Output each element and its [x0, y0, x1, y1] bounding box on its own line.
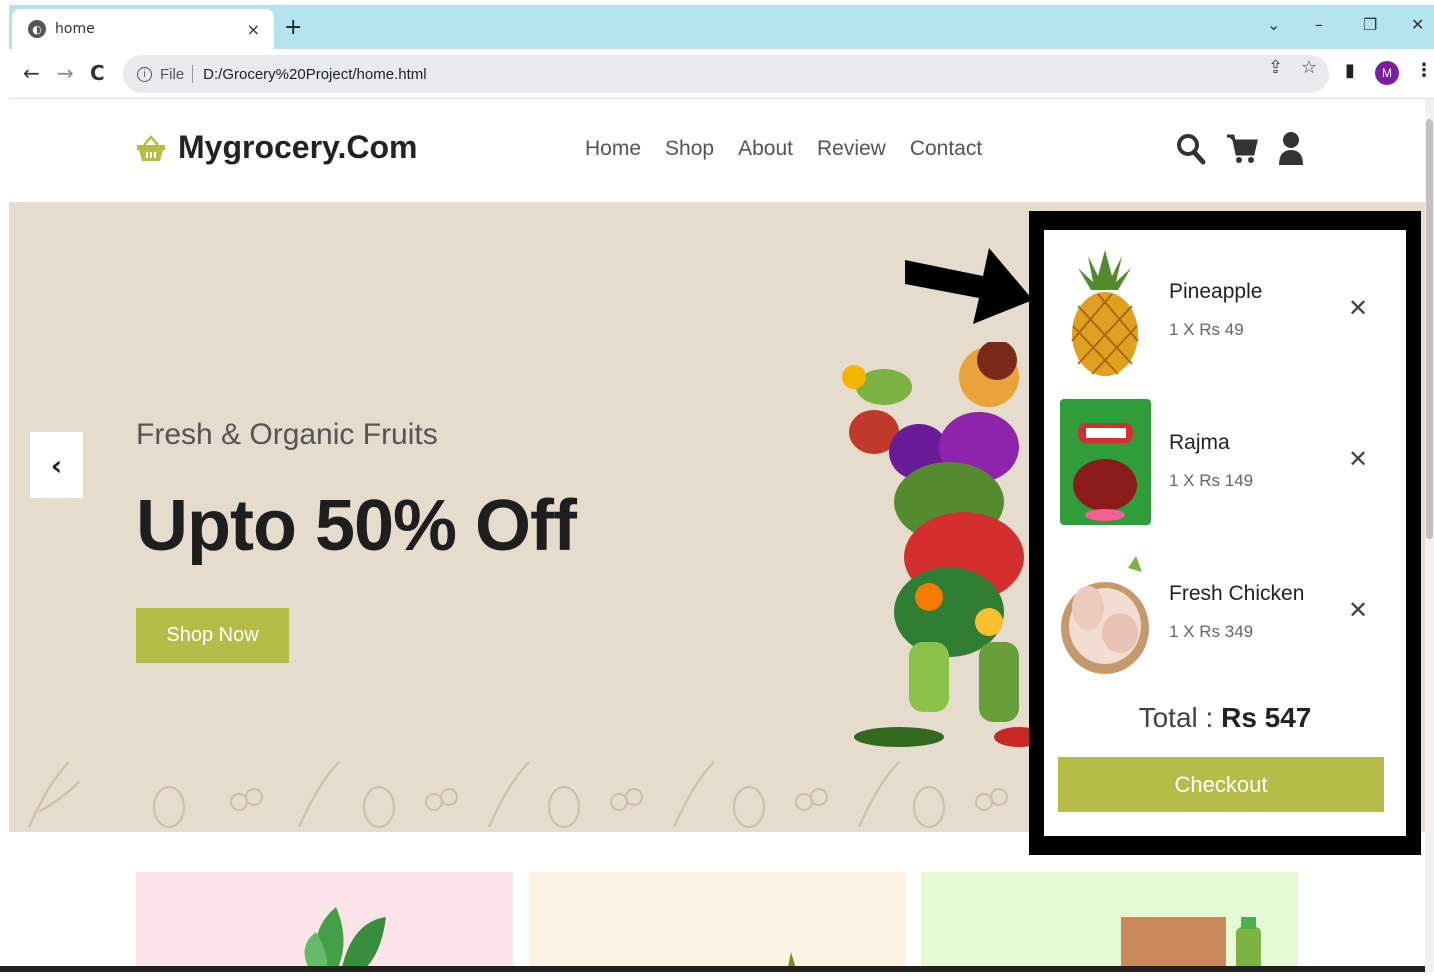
tab-title: home — [55, 21, 95, 37]
remove-item-icon[interactable]: ✕ — [1348, 445, 1368, 473]
site-header: Mygrocery.Com Home Shop About Review Con… — [9, 99, 1425, 202]
rajma-pack-image — [1060, 399, 1151, 525]
cart-icon[interactable] — [1226, 131, 1258, 165]
cart-item-qty: 1 X Rs 49 — [1169, 320, 1244, 339]
cart-item: Rajma 1 X Rs 149 ✕ — [1058, 397, 1398, 532]
info-icon[interactable]: i — [137, 66, 152, 82]
cart-item: Fresh Chicken 1 X Rs 349 ✕ — [1058, 548, 1398, 683]
cart-panel: Pineapple 1 X Rs 49 ✕ Rajma 1 X Rs 149 ✕ — [1044, 230, 1406, 836]
side-panel-icon[interactable]: ▮ — [1345, 60, 1355, 81]
nav-about[interactable]: About — [738, 137, 793, 161]
checkout-button[interactable]: Checkout — [1058, 757, 1384, 812]
cart-item-qty: 1 X Rs 349 — [1169, 622, 1254, 641]
cart-item-qty: 1 X Rs 149 — [1169, 471, 1254, 490]
close-window-icon[interactable]: ✕ — [1411, 15, 1424, 34]
page-scrollbar[interactable] — [1425, 99, 1434, 972]
profile-avatar[interactable]: M — [1375, 61, 1399, 85]
annotation-arrow-icon — [905, 248, 1033, 324]
logo-text: Mygrocery.Com — [178, 129, 418, 165]
search-icon[interactable] — [1176, 131, 1206, 165]
address-bar[interactable]: i File D:/Grocery%20Project/home.html — [123, 55, 1329, 93]
remove-item-icon[interactable]: ✕ — [1348, 294, 1368, 322]
cart-total-value: Rs 547 — [1221, 702, 1312, 733]
restore-icon[interactable]: ❐ — [1363, 15, 1377, 34]
slider-prev-button[interactable]: ‹ — [30, 432, 83, 498]
nav-home[interactable]: Home — [585, 137, 641, 161]
new-tab-button[interactable]: + — [284, 15, 302, 40]
bottles-image — [1121, 917, 1261, 972]
browser-tabstrip: ◐ home × + ⌄ – ❐ ✕ — [9, 5, 1434, 49]
cart-highlight-frame: Pineapple 1 X Rs 49 ✕ Rajma 1 X Rs 149 ✕ — [1029, 211, 1421, 855]
feature-card — [529, 872, 906, 972]
main-nav: Home Shop About Review Contact — [585, 137, 982, 161]
hero-subtitle: Fresh & Organic Fruits — [136, 418, 438, 451]
window-bottom-edge — [0, 966, 1425, 972]
cart-total-label: Total : — [1138, 702, 1214, 733]
basket-icon — [137, 134, 165, 161]
site-logo[interactable]: Mygrocery.Com — [136, 129, 417, 166]
leaf-pattern-decoration — [28, 761, 1008, 828]
chicken-image — [1061, 556, 1149, 674]
forward-icon[interactable]: → — [57, 61, 74, 85]
nav-review[interactable]: Review — [817, 137, 886, 161]
cart-item-name: Rajma — [1169, 431, 1230, 454]
nav-shop[interactable]: Shop — [665, 137, 714, 161]
scrollbar-thumb[interactable] — [1426, 119, 1433, 539]
globe-icon: ◐ — [28, 20, 46, 38]
produce-image — [787, 952, 797, 972]
remove-item-icon[interactable]: ✕ — [1348, 596, 1368, 624]
feature-card — [136, 872, 513, 972]
browser-toolbar: ← → C i File D:/Grocery%20Project/home.h… — [9, 49, 1434, 99]
browser-tab[interactable]: ◐ home × — [12, 9, 274, 49]
url-text[interactable]: D:/Grocery%20Project/home.html — [203, 66, 426, 83]
header-icons — [1176, 131, 1304, 165]
cart-total: Total : Rs 547 — [1044, 702, 1406, 734]
reload-icon[interactable]: C — [90, 61, 105, 85]
leafy-greens-image — [304, 907, 386, 972]
hero-title: Upto 50% Off — [136, 486, 577, 566]
vegetable-figure-illustration — [842, 342, 1039, 747]
url-scheme-label: File — [160, 65, 185, 83]
nav-contact[interactable]: Contact — [910, 137, 982, 161]
minimize-icon[interactable]: – — [1315, 15, 1323, 34]
kebab-menu-icon[interactable]: ⋮ — [1415, 60, 1433, 81]
back-icon[interactable]: ← — [23, 61, 40, 85]
url-divider — [192, 65, 194, 83]
pineapple-image — [1071, 250, 1139, 376]
cart-item-name: Fresh Chicken — [1169, 582, 1305, 605]
feature-card — [921, 872, 1298, 972]
tab-search-chevron-icon[interactable]: ⌄ — [1267, 15, 1280, 34]
shop-now-button[interactable]: Shop Now — [136, 608, 289, 663]
share-icon[interactable]: ⇪ — [1268, 57, 1283, 78]
user-icon[interactable] — [1278, 131, 1304, 165]
cart-item-name: Pineapple — [1169, 280, 1263, 303]
tab-close-button[interactable]: × — [247, 20, 260, 39]
bookmark-star-icon[interactable]: ☆ — [1301, 57, 1317, 78]
cart-item: Pineapple 1 X Rs 49 ✕ — [1058, 246, 1398, 381]
